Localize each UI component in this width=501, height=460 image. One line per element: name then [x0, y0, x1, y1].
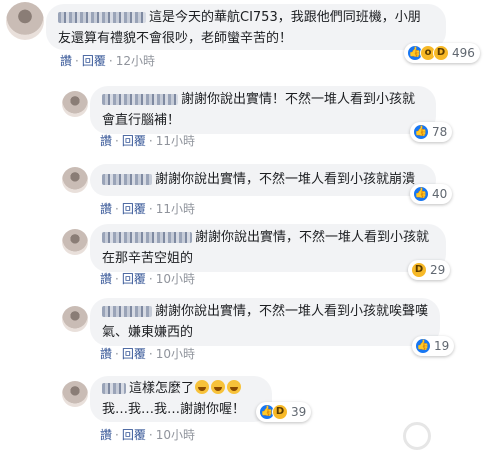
- commenter-name[interactable]: [102, 94, 178, 105]
- comment-actions: 讚 · 回覆 · 11小時: [100, 134, 195, 148]
- reaction-summary[interactable]: D 29: [408, 260, 451, 280]
- avatar[interactable]: [62, 229, 88, 255]
- laughing-emoji-icon: [211, 380, 226, 394]
- commenter-name[interactable]: [102, 232, 192, 243]
- like-link[interactable]: 讚: [100, 134, 112, 148]
- watermark-logo: [403, 416, 495, 456]
- comment-bubble: 謝謝你說出實情，不然一堆人看到小孩就崩潰: [90, 164, 436, 196]
- comment-bubble: 謝謝你說出實情，不然一堆人看到小孩就唉聲嘆 氣、嫌東嫌西的: [90, 298, 440, 346]
- comment-text-continued: 在那辛苦空姐的: [102, 251, 194, 266]
- reply-link[interactable]: 回覆: [122, 272, 146, 286]
- comment-bubble: 謝謝你說出實情！不然一堆人看到小孩就 會直行腦補！: [90, 86, 436, 134]
- comment-text-continued: 友還算有禮貌不會很吵，老師蠻辛苦的！: [58, 31, 293, 46]
- avatar[interactable]: [62, 91, 88, 117]
- commenter-name[interactable]: [58, 12, 146, 23]
- like-reaction-icon: 👍: [413, 124, 429, 140]
- haha-reaction-icon: D: [433, 45, 449, 61]
- reaction-count: 39: [291, 405, 307, 419]
- comment-text: 謝謝你說出實情，不然一堆人看到小孩就唉聲嘆: [155, 304, 429, 319]
- reply-link[interactable]: 回覆: [122, 134, 146, 148]
- timestamp[interactable]: 10小時: [156, 428, 195, 442]
- reaction-count: 40: [432, 187, 448, 201]
- commenter-name[interactable]: [102, 306, 152, 317]
- reaction-count: 29: [430, 263, 446, 277]
- commenter-name[interactable]: [102, 174, 152, 185]
- reaction-summary[interactable]: 👍 40: [410, 184, 453, 204]
- avatar[interactable]: [6, 2, 44, 40]
- comment-actions: 讚 · 回覆 · 11小時: [100, 202, 195, 216]
- comment-bubble: 這樣怎麼了 我…我…我…謝謝你喔！: [90, 376, 272, 422]
- reaction-summary[interactable]: 👍 o D 496: [404, 43, 480, 63]
- reaction-summary[interactable]: 👍 78: [410, 122, 453, 142]
- reply-link[interactable]: 回覆: [122, 428, 146, 442]
- comment-actions: 讚 · 回覆 · 10小時: [100, 272, 195, 286]
- comment-text-continued: 會直行腦補！: [102, 113, 181, 128]
- comment-actions: 讚 · 回覆 · 10小時: [100, 428, 195, 442]
- commenter-name[interactable]: [102, 383, 126, 394]
- like-reaction-icon: 👍: [415, 338, 431, 354]
- comment-text: 這樣怎麼了: [129, 381, 195, 396]
- comment-text-continued: 我…我…我…謝謝你喔！: [102, 402, 246, 417]
- timestamp[interactable]: 11小時: [156, 134, 195, 148]
- laughing-emoji-icon: [195, 380, 210, 394]
- like-link[interactable]: 讚: [100, 272, 112, 286]
- like-link[interactable]: 讚: [60, 54, 72, 68]
- timestamp[interactable]: 10小時: [156, 347, 195, 361]
- comment-actions: 讚 · 回覆 · 10小時: [100, 347, 195, 361]
- reply-link[interactable]: 回覆: [122, 347, 146, 361]
- comment-bubble: 這是今天的華航CI753，我跟他們同班機，小朋 友還算有禮貌不會很吵，老師蠻辛苦…: [46, 4, 446, 50]
- like-link[interactable]: 讚: [100, 347, 112, 361]
- avatar[interactable]: [62, 381, 88, 407]
- watermark-ring-icon: [403, 422, 431, 450]
- timestamp[interactable]: 11小時: [156, 202, 195, 216]
- haha-reaction-icon: D: [411, 262, 427, 278]
- comment-text: 這是今天的華航CI753，我跟他們同班機，小朋: [149, 10, 421, 25]
- like-reaction-icon: 👍: [413, 186, 429, 202]
- comment-text-continued: 氣、嫌東嫌西的: [102, 325, 194, 340]
- comment-text: 謝謝你說出實情，不然一堆人看到小孩就: [195, 230, 430, 245]
- comment-text: 謝謝你說出實情，不然一堆人看到小孩就崩潰: [155, 172, 416, 187]
- haha-reaction-icon: D: [272, 404, 288, 420]
- timestamp[interactable]: 10小時: [156, 272, 195, 286]
- like-link[interactable]: 讚: [100, 428, 112, 442]
- reaction-summary[interactable]: 👍 D 39: [256, 402, 312, 422]
- reaction-count: 78: [432, 125, 448, 139]
- reaction-count: 19: [434, 339, 450, 353]
- reaction-count: 496: [452, 46, 475, 60]
- reply-link[interactable]: 回覆: [82, 54, 106, 68]
- comment-bubble: 謝謝你說出實情，不然一堆人看到小孩就 在那辛苦空姐的: [90, 224, 446, 272]
- reply-link[interactable]: 回覆: [122, 202, 146, 216]
- like-link[interactable]: 讚: [100, 202, 112, 216]
- comment-text: 謝謝你說出實情！不然一堆人看到小孩就: [181, 92, 416, 107]
- avatar[interactable]: [62, 306, 88, 332]
- reaction-summary[interactable]: 👍 19: [412, 336, 455, 356]
- laughing-emoji-icon: [227, 380, 242, 394]
- comment-actions: 讚 · 回覆 · 12小時: [60, 54, 155, 68]
- timestamp[interactable]: 12小時: [116, 54, 155, 68]
- avatar[interactable]: [62, 167, 88, 193]
